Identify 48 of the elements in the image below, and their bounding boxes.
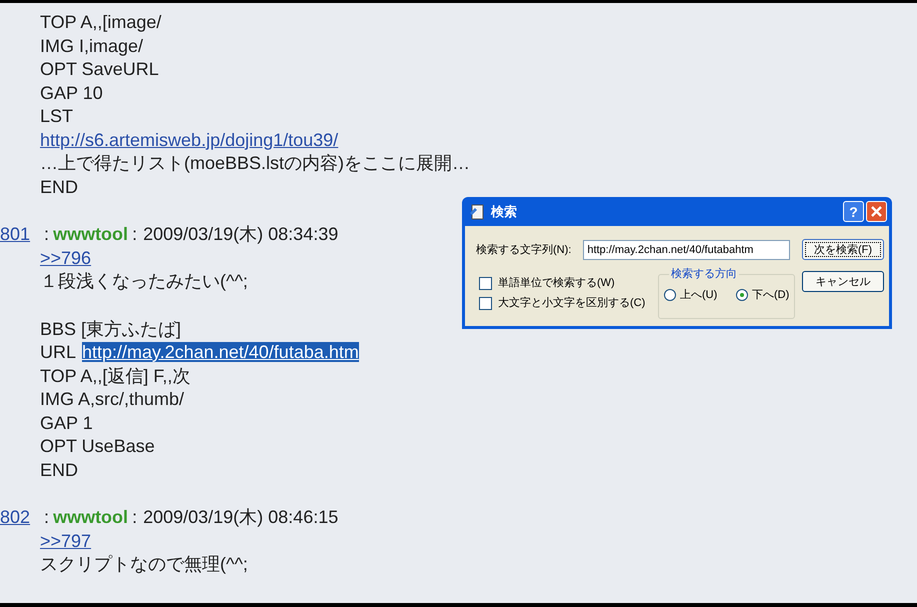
post-number-link[interactable]: 802	[0, 506, 30, 530]
help-button[interactable]: ?	[843, 201, 864, 222]
text-line: スクリプトなので無理(^^;	[40, 554, 248, 574]
text-line: GAP 10	[40, 82, 103, 102]
text-line: URL	[40, 342, 76, 362]
group-title: 検索する方向	[669, 267, 739, 281]
text-line: LST	[40, 106, 74, 126]
close-icon	[871, 206, 882, 217]
radio-button[interactable]	[664, 289, 676, 301]
dialog-title: 検索	[491, 202, 517, 221]
checkbox[interactable]	[479, 296, 492, 310]
author-name: wwwtool	[53, 223, 128, 246]
text-line: OPT UseBase	[40, 436, 155, 456]
find-field[interactable]: http://may.2chan.net/40/futabahtm	[583, 240, 790, 260]
text-line: IMG I,image/	[40, 36, 144, 56]
text-line: TOP A,,[返信] F,,次	[40, 366, 190, 386]
post-number-link[interactable]: 801	[0, 223, 30, 246]
author-name: wwwtool	[53, 506, 128, 529]
post-date: 2009/03/19(木) 08:34:39	[143, 223, 338, 246]
radio-button[interactable]	[736, 289, 748, 301]
link[interactable]: http://s6.artemisweb.jp/dojing1/tou39/	[40, 130, 338, 150]
separator: :	[44, 506, 50, 529]
checkbox[interactable]	[479, 276, 492, 290]
field-label: 検索する文字列(N):	[476, 243, 572, 257]
text-line: IMG A,src/,thumb/	[40, 389, 184, 409]
text-line: TOP A,,[image/	[40, 12, 162, 32]
link[interactable]: >>796	[40, 248, 92, 268]
post-date: 2009/03/19(木) 08:46:15	[143, 506, 338, 529]
text-line: １段浅くなったみたい(^^;	[40, 271, 248, 291]
text-line: OPT SaveURL	[40, 59, 159, 79]
separator: :	[132, 506, 138, 529]
dialog-button[interactable]: 次を検索(F)	[802, 239, 884, 260]
text-line: …上で得たリスト(moeBBS.lstの内容)をここに展開…	[40, 153, 470, 173]
checkbox-label: 単語単位で検索する(W)	[498, 276, 615, 290]
text-line: BBS [東方ふたば]	[40, 318, 182, 338]
dialog-button[interactable]: キャンセル	[802, 271, 884, 292]
document-icon	[469, 204, 485, 220]
radio-label: 下へ(D)	[752, 288, 790, 302]
text-line: GAP 1	[40, 412, 93, 432]
text-line: END	[40, 176, 78, 196]
separator: :	[44, 223, 50, 246]
link[interactable]: >>797	[40, 530, 92, 550]
radio-label: 上へ(U)	[680, 288, 718, 302]
separator: :	[132, 223, 138, 246]
link[interactable]: http://may.2chan.net/40/futaba.htm	[82, 342, 359, 362]
checkbox-label: 大文字と小文字を区別する(C)	[498, 296, 646, 310]
text-line: END	[40, 460, 78, 480]
close-button[interactable]	[866, 201, 887, 222]
